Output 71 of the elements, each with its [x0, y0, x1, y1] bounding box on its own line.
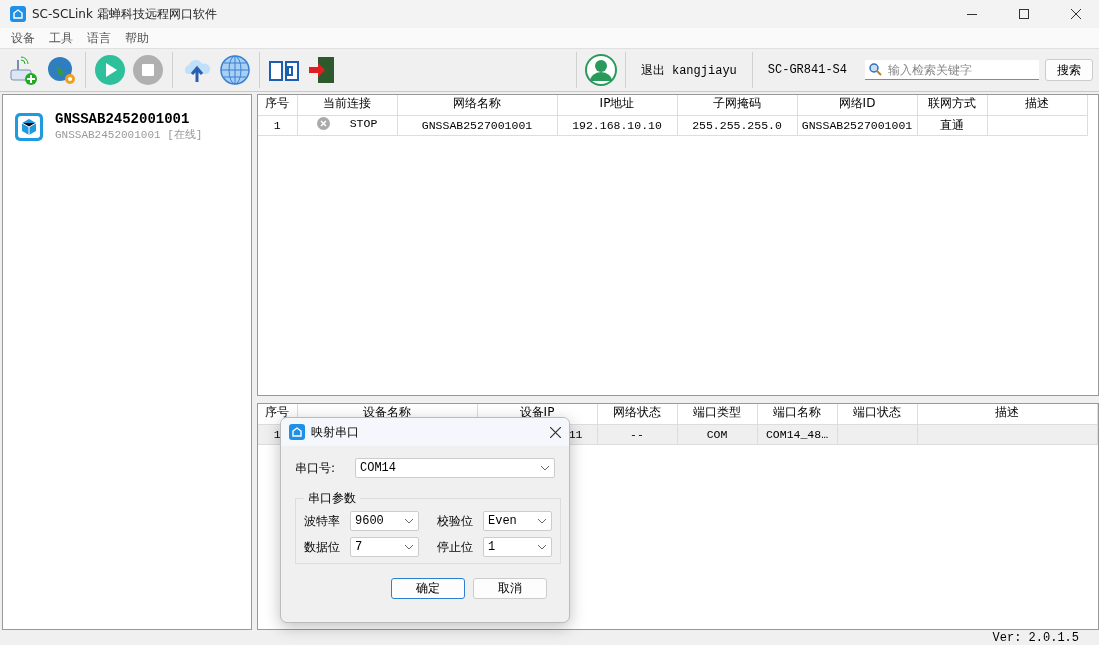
column-header: 序号 [258, 95, 297, 115]
chevron-down-icon [537, 518, 547, 524]
field-label: 数据位 [304, 538, 341, 556]
maximize-icon [1019, 9, 1029, 19]
table-cell: 192.168.10.10 [572, 118, 662, 132]
search-icon [869, 63, 882, 76]
dialog-button[interactable]: 确定 [391, 578, 465, 599]
column-header: 联网方式 [917, 95, 987, 115]
column-header: 描述 [987, 95, 1087, 115]
search-field[interactable]: 输入检索关键字 [865, 60, 1039, 80]
chevron-down-icon [540, 465, 550, 471]
menu-item[interactable]: 语言 [80, 29, 118, 47]
window-title: SC-SCLink 霜蝉科技远程网口软件 [32, 5, 218, 23]
table-cell: -- [630, 427, 644, 441]
dialog-title: 映射串口 [311, 423, 360, 441]
cube-icon [15, 112, 43, 141]
close-icon [1071, 9, 1081, 19]
search-input[interactable]: 输入检索关键字 [886, 61, 1035, 78]
port-select[interactable]: COM14 [355, 458, 555, 478]
field-label: 校验位 [437, 512, 474, 530]
column-header: 描述 [917, 404, 1097, 424]
globe-icon[interactable] [219, 54, 251, 86]
table-cell: 1 [273, 427, 281, 441]
stop-icon[interactable] [132, 54, 164, 86]
column-header: 端口名称 [757, 404, 837, 424]
column-header: 端口状态 [837, 404, 917, 424]
table-cell: STOP [349, 117, 378, 130]
router-add-icon[interactable] [7, 54, 39, 86]
table-cell: 直通 [940, 118, 964, 132]
chevron-down-icon [404, 518, 414, 524]
chevron-down-icon [404, 544, 414, 550]
table-cell: COM14_48… [765, 427, 829, 441]
app-icon [10, 6, 26, 22]
version-label: Ver: 2.0.1.5 [992, 630, 1079, 645]
table-cell: 1 [273, 118, 281, 132]
parameter-select[interactable]: Even [483, 511, 552, 531]
column-header: IP地址 [557, 95, 677, 115]
table-cell: COM [706, 427, 728, 441]
column-header: 子网掩码 [677, 95, 797, 115]
table-cell: GNSSAB2527001001 [801, 118, 913, 132]
app-icon [289, 424, 305, 440]
dialog-button[interactable]: 取消 [473, 578, 547, 599]
logout-user-label[interactable]: 退出 kangjiayu [632, 61, 745, 79]
field-label: 波特率 [304, 512, 341, 530]
column-header: 网络ID [797, 95, 917, 115]
chevron-down-icon [537, 544, 547, 550]
column-header: 端口类型 [677, 404, 757, 424]
table-cell: 255.255.255.0 [692, 118, 782, 132]
device-name[interactable]: GNSSAB2452001001 [55, 111, 203, 127]
minimize-icon [967, 13, 977, 15]
column-header: 网络状态 [597, 404, 677, 424]
menu-item[interactable]: 帮助 [118, 29, 156, 47]
menu-item[interactable]: 工具 [42, 29, 80, 47]
search-button[interactable]: 搜索 [1045, 59, 1093, 81]
parameter-select[interactable]: 1 [483, 537, 552, 557]
play-icon[interactable] [94, 54, 126, 86]
user-avatar-icon[interactable] [584, 54, 617, 86]
group-title: 串口参数 [307, 490, 357, 507]
field-label: 串口号: [295, 459, 337, 477]
table-cell: GNSSAB2527001001 [421, 118, 533, 132]
close-icon[interactable] [550, 426, 561, 438]
column-header: 当前连接 [297, 95, 397, 115]
column-header: 网络名称 [397, 95, 557, 115]
parameter-select[interactable]: 7 [350, 537, 419, 557]
table-cell: 11 [568, 427, 583, 441]
device-model-label: SC-GR841-S4 [766, 63, 848, 77]
parameter-select[interactable]: 9600 [350, 511, 419, 531]
device-status: GNSSAB2452001001 [在线] [55, 128, 203, 142]
menu-item[interactable]: 设备 [4, 29, 42, 47]
field-label: 停止位 [437, 538, 474, 556]
close-circle-icon[interactable] [316, 117, 330, 130]
